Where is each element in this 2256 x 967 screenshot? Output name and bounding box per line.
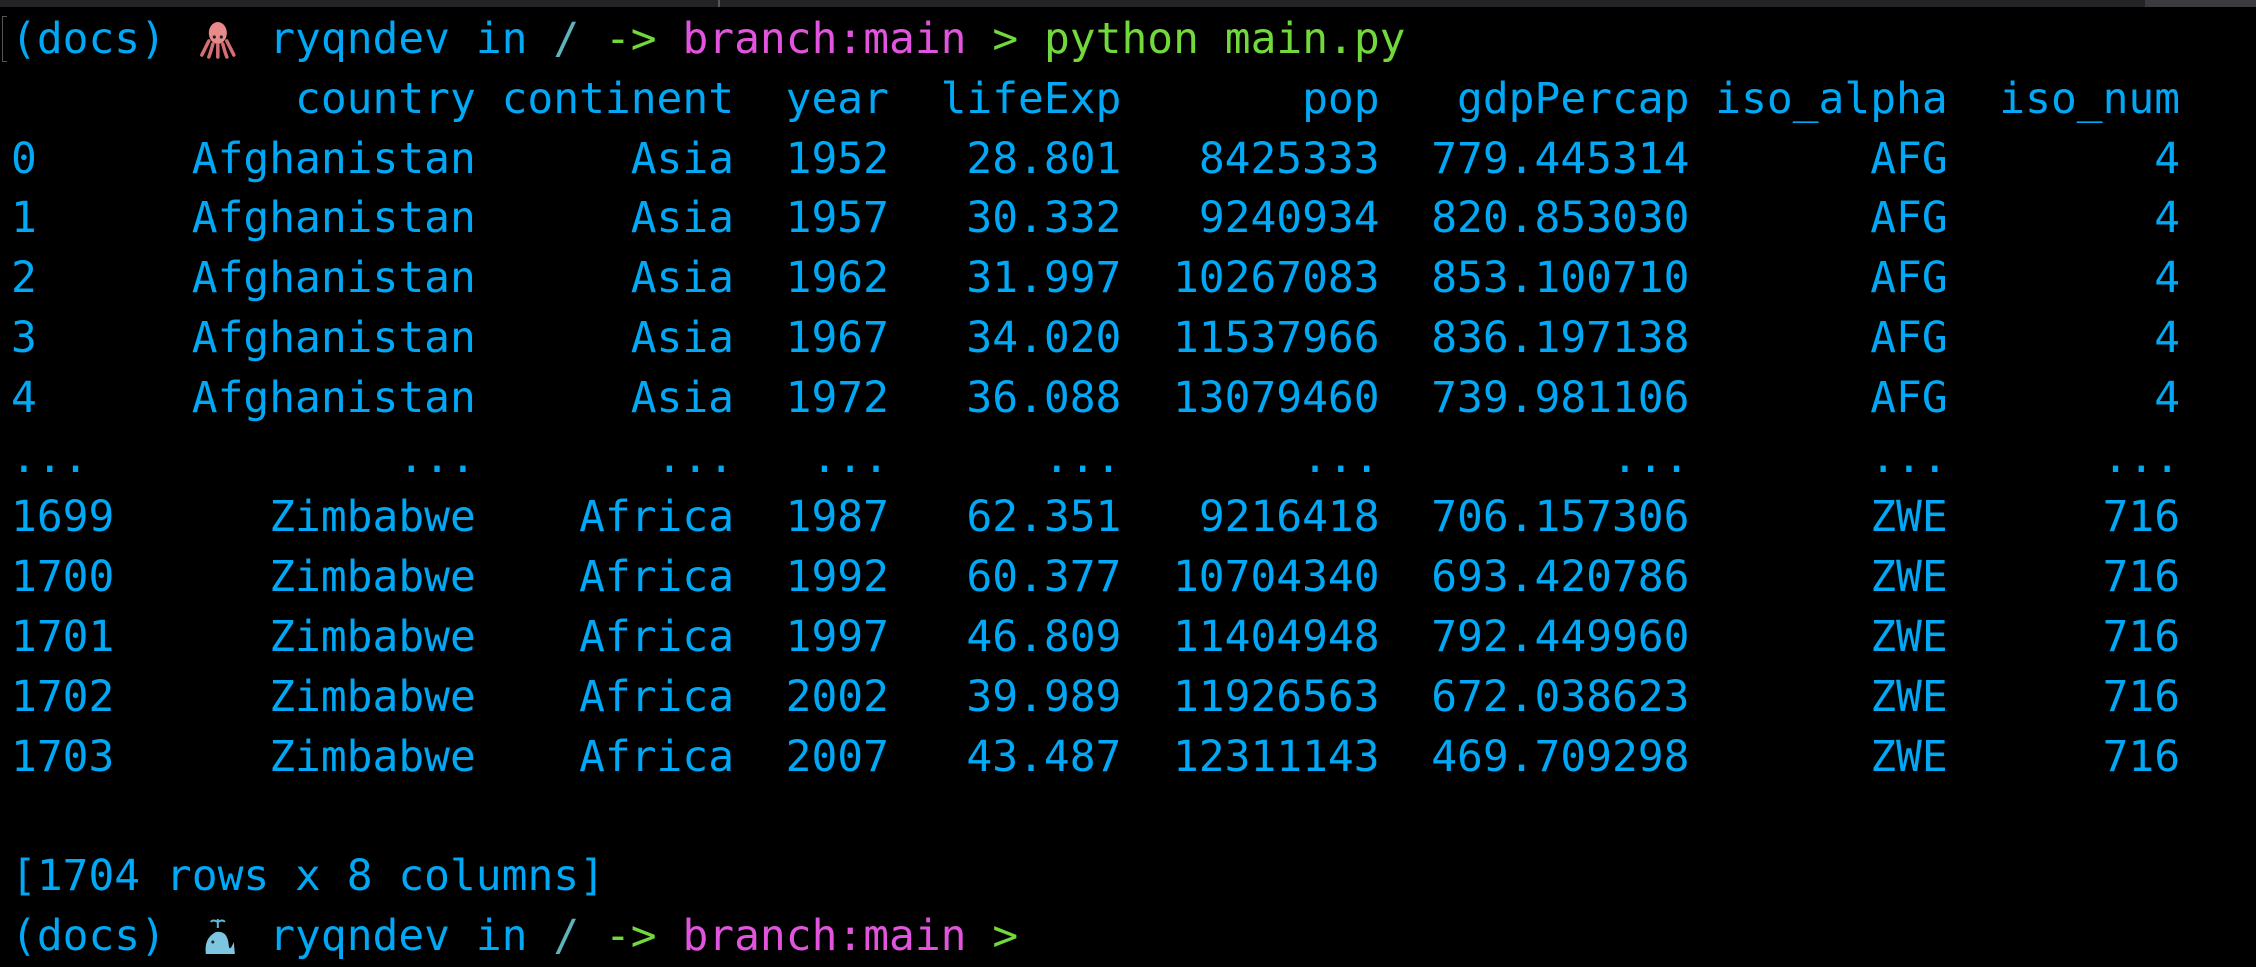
table-row: 0 Afghanistan Asia 1952 28.801 8425333 779.445… — [11, 130, 2256, 190]
cell-iso_num: 4 — [2154, 372, 2181, 423]
cell-iso_num: 716 — [2102, 611, 2181, 662]
cell-iso_num: 4 — [2154, 133, 2181, 184]
cell-iso_num: 4 — [2154, 312, 2181, 363]
cell-iso_num: ... — [2102, 432, 2181, 483]
prompt-line-2: (docs) ryqndev in / -> branch:main > — [11, 907, 2256, 967]
git-branch: branch:main — [682, 14, 967, 64]
table-row: 1699 Zimbabwe Africa 1987 62.351 9216418 706.1… — [11, 488, 2256, 548]
cell-iso_num: 716 — [2102, 731, 2181, 782]
prompt-caret: > — [992, 910, 1019, 961]
git-branch: branch:main — [682, 910, 967, 961]
cwd-path: / — [553, 14, 580, 64]
arrow: -> — [604, 14, 657, 64]
table-summary: [1704 rows x 8 columns] — [11, 851, 605, 902]
tab-right[interactable] — [2145, 0, 2256, 7]
cell-iso_num: 4 — [2154, 193, 2181, 244]
cwd-path: / — [553, 910, 580, 961]
table-row: 1 Afghanistan Asia 1957 30.332 9240934 820.853… — [11, 189, 2256, 249]
arrow: -> — [604, 910, 657, 961]
user-name: ryqndev — [269, 910, 450, 961]
prompt-line: (docs) ryqndev in / -> branch:main > pyt… — [11, 10, 2256, 70]
command-text: python main.py — [1043, 14, 1406, 64]
prompt-caret: > — [992, 14, 1019, 64]
cell-iso_num: 716 — [2102, 671, 2181, 722]
cell-iso_num: 716 — [2102, 492, 2181, 543]
cell-iso_num: 716 — [2102, 552, 2181, 603]
table-row: 1702 Zimbabwe Africa 2002 39.989 11926563 672.… — [11, 668, 2256, 728]
table-row: 1700 Zimbabwe Africa 1992 60.377 10704340 693.… — [11, 548, 2256, 608]
table-row: 1701 Zimbabwe Africa 1997 46.809 11404948 792.… — [11, 608, 2256, 668]
table-header: country continent year lifeExp pop gdpPercap i… — [11, 70, 2256, 130]
env-name: (docs) — [11, 910, 166, 961]
ellipsis-row: ........................... — [11, 429, 2256, 489]
table-row: 1703 Zimbabwe Africa 2007 43.487 12311143 469.… — [11, 728, 2256, 788]
in-text: in — [475, 910, 528, 961]
whale-icon — [205, 918, 235, 954]
table-row: 3 Afghanistan Asia 1967 34.020 11537966 836.19… — [11, 309, 2256, 369]
user-name: ryqndev — [269, 14, 450, 64]
table-row: 4 Afghanistan Asia 1972 36.088 13079460 739.98… — [11, 369, 2256, 429]
table-row: 2 Afghanistan Asia 1962 31.997 10267083 853.10… — [11, 249, 2256, 309]
tab-divider — [718, 0, 720, 7]
env-name: (docs) — [11, 14, 166, 64]
terminal-output[interactable]: (docs) ryqndev in / -> branch:main > pyt… — [11, 10, 2256, 967]
column-header-iso_num: iso_num — [1999, 73, 2181, 124]
tab-bar[interactable] — [0, 0, 2256, 7]
cell-iso_num: 4 — [2154, 253, 2181, 304]
octopus-icon — [199, 22, 236, 59]
in-text: in — [475, 14, 528, 64]
cursor-marker — [2, 16, 7, 62]
